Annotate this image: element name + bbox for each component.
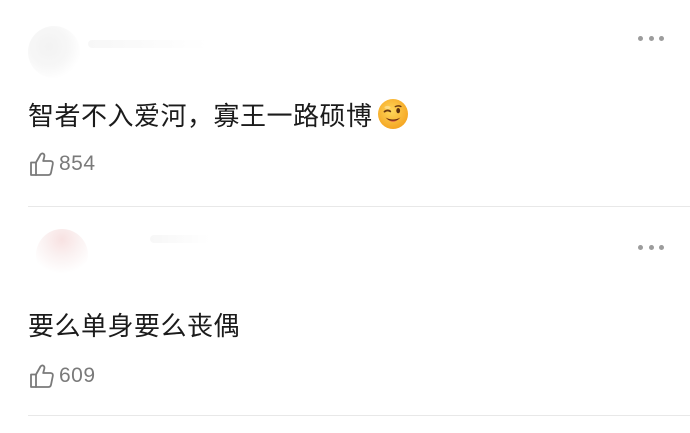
winking-face-emoji-icon bbox=[377, 99, 408, 129]
avatar[interactable] bbox=[28, 26, 80, 78]
username-placeholder bbox=[88, 40, 208, 48]
comment-text: 智者不入爱河，寡王一路硕博 bbox=[28, 98, 409, 134]
comment-text: 要么单身要么丧偶 bbox=[28, 312, 241, 342]
divider bbox=[28, 206, 690, 207]
divider bbox=[28, 415, 690, 416]
comment-item: 智者不入爱河，寡王一路硕博 854 bbox=[0, 0, 690, 207]
more-dot-icon bbox=[648, 35, 654, 41]
like-button[interactable]: 854 bbox=[28, 150, 96, 178]
more-dot-icon bbox=[659, 35, 664, 41]
thumbs-up-icon bbox=[30, 364, 54, 388]
comment-item: 要么单身要么丧偶 609 bbox=[0, 209, 690, 416]
avatar[interactable] bbox=[36, 229, 88, 281]
like-count: 609 bbox=[59, 364, 96, 387]
like-button[interactable]: 609 bbox=[28, 362, 96, 390]
comment-text-content: 智者不入爱河，寡王一路硕博 bbox=[28, 102, 373, 132]
more-dot-icon bbox=[638, 35, 643, 41]
more-dot-icon bbox=[638, 244, 643, 250]
username-placeholder bbox=[150, 235, 210, 243]
like-count: 854 bbox=[59, 152, 96, 175]
more-dot-icon bbox=[659, 244, 664, 250]
more-dot-icon bbox=[648, 244, 654, 250]
more-options-button[interactable] bbox=[638, 242, 664, 252]
thumbs-up-icon bbox=[30, 152, 54, 176]
more-options-button[interactable] bbox=[638, 33, 664, 43]
